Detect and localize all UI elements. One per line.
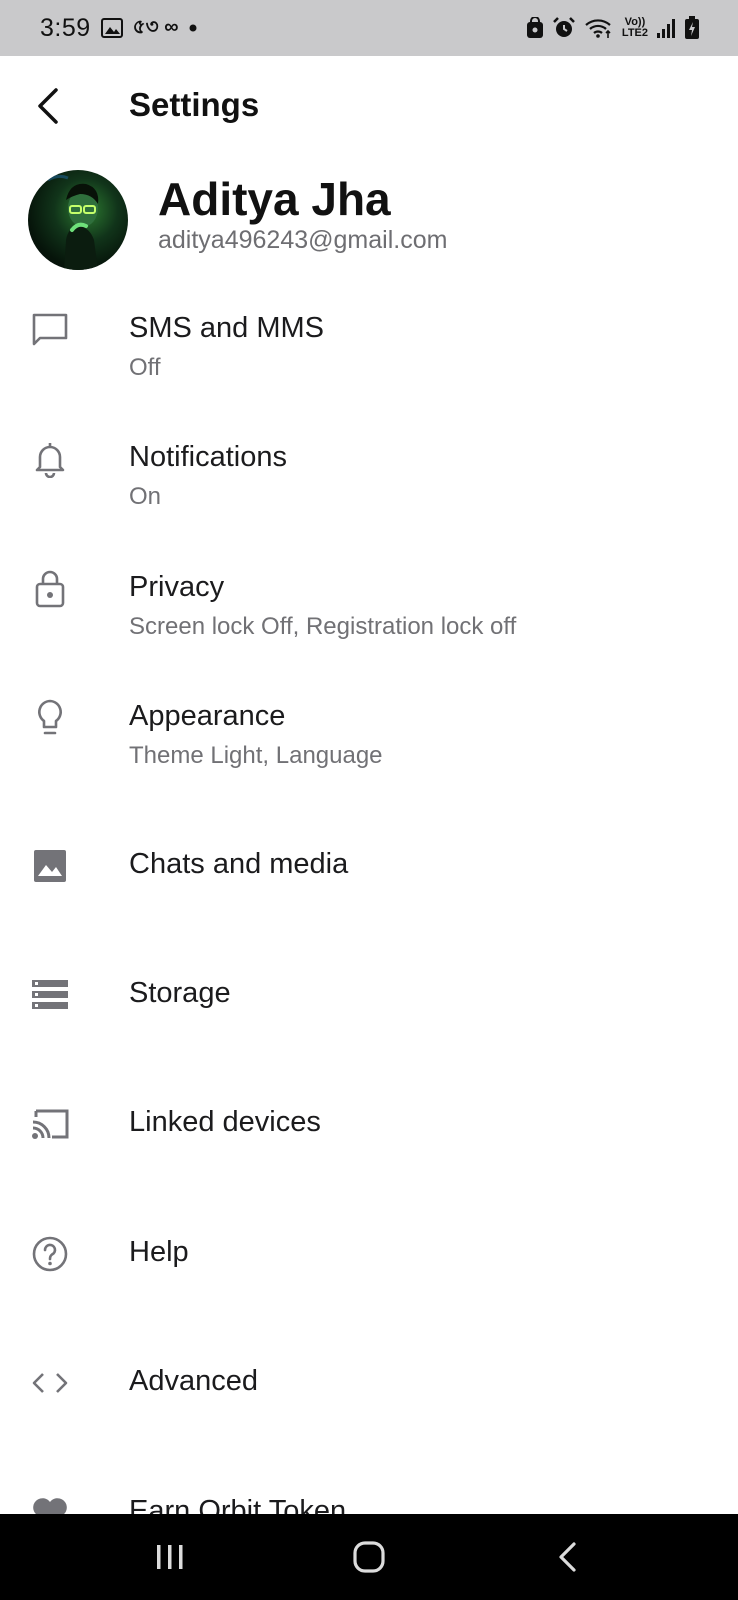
bell-icon: [30, 439, 70, 479]
home-button[interactable]: [329, 1527, 409, 1587]
profile-name: Aditya Jha: [158, 173, 391, 225]
settings-item-subtitle: Off: [129, 354, 161, 381]
alarm-icon: [552, 16, 576, 40]
settings-item-advanced[interactable]: Advanced: [0, 1319, 738, 1448]
app-bar: Settings: [0, 56, 738, 156]
profile-row[interactable]: Aditya Jha aditya496243@gmail.com: [0, 162, 738, 282]
settings-item-title: Appearance: [129, 700, 286, 733]
settings-item-help[interactable]: Help: [0, 1190, 738, 1319]
settings-item-subtitle: Screen lock Off, Registration lock off: [129, 612, 517, 640]
settings-item-title: Storage: [129, 976, 231, 1009]
settings-item-notifications[interactable]: Notifications On: [0, 413, 738, 542]
settings-list: SMS and MMS Off Notifications On Privacy…: [0, 284, 738, 1578]
settings-item-subtitle: On: [129, 483, 162, 511]
help-icon: [30, 1234, 70, 1274]
network-indicator: Vo)) LTE2: [622, 17, 648, 39]
back-nav-icon: [559, 1542, 576, 1572]
recent-apps-icon: [156, 1545, 183, 1569]
status-right: Vo)) LTE2: [526, 16, 700, 40]
back-button[interactable]: [20, 78, 76, 134]
recent-apps-button[interactable]: [130, 1527, 210, 1587]
lightbulb-icon: [30, 698, 70, 738]
settings-item-sms-and-mms[interactable]: SMS and MMS Off: [0, 284, 738, 413]
chevron-left-icon: [38, 88, 58, 124]
home-icon: [353, 1541, 385, 1573]
page-title: Settings: [129, 86, 260, 123]
settings-item-linked-devices[interactable]: Linked devices: [0, 1060, 738, 1189]
gallery-notification-icon: [100, 18, 123, 38]
image-icon: [30, 846, 70, 886]
profile-email: aditya496243@gmail.com: [158, 226, 448, 254]
status-time: 3:59: [40, 13, 91, 42]
dot-icon: [188, 23, 198, 33]
status-left: 3:59 ৫৩ ∞: [40, 12, 198, 45]
settings-item-title: Advanced: [129, 1365, 258, 1398]
cast-icon: [30, 1104, 70, 1144]
settings-item-title: Chats and media: [129, 847, 349, 880]
lock-status-icon: [526, 17, 544, 39]
status-misc-text: ৫৩ ∞: [132, 15, 179, 38]
signal-icon: [656, 17, 676, 39]
message-icon: [30, 310, 70, 350]
settings-item-title: Help: [129, 1235, 189, 1268]
status-bar: 3:59 ৫৩ ∞ Vo)) LTE2: [0, 0, 738, 56]
settings-item-title: Linked devices: [129, 1106, 321, 1139]
settings-item-storage[interactable]: Storage: [0, 931, 738, 1060]
settings-item-title: Notifications: [129, 441, 287, 474]
storage-icon: [30, 975, 70, 1015]
system-nav-bar: [0, 1514, 738, 1600]
settings-item-appearance[interactable]: Appearance Theme Light, Language: [0, 672, 738, 801]
settings-item-chats-and-media[interactable]: Chats and media: [0, 802, 738, 931]
lock-icon: [30, 569, 70, 609]
back-nav-button[interactable]: [528, 1527, 608, 1587]
battery-charging-icon: [684, 16, 700, 40]
avatar[interactable]: [28, 170, 128, 270]
settings-item-privacy[interactable]: Privacy Screen lock Off, Registration lo…: [0, 543, 738, 672]
code-icon: [30, 1363, 70, 1403]
settings-item-title: SMS and MMS: [129, 312, 324, 344]
settings-item-subtitle: Theme Light, Language: [129, 742, 383, 770]
wifi-icon: [584, 17, 614, 39]
settings-item-title: Privacy: [129, 570, 225, 603]
lte-label: LTE2: [621, 27, 648, 39]
